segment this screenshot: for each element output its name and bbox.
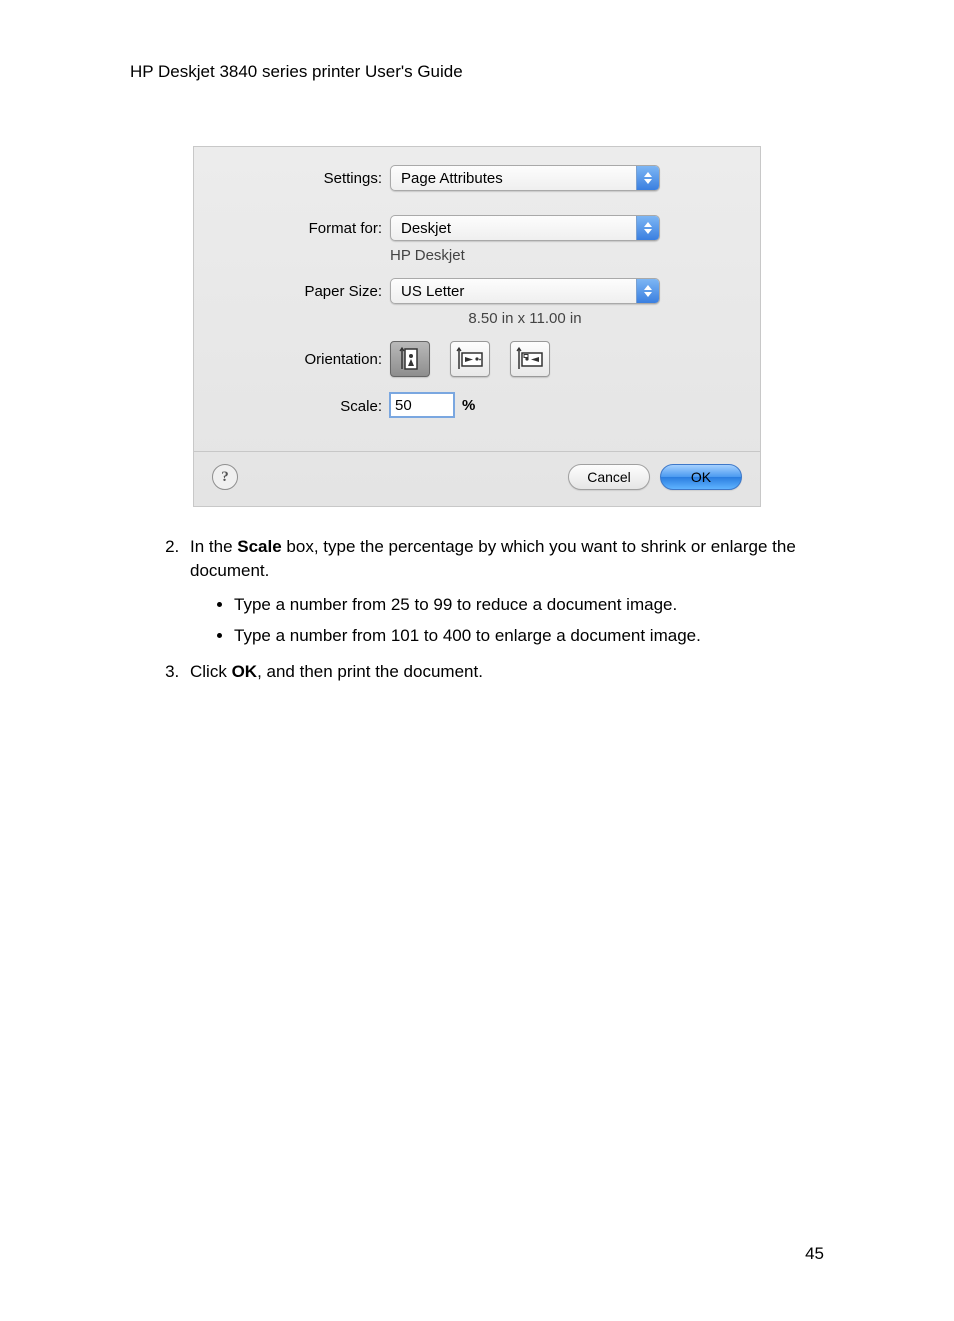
paper-size-subtext: 8.50 in x 11.00 in [390,310,660,327]
step-3: Click OK, and then print the document. [184,660,824,684]
settings-value: Page Attributes [401,170,503,187]
scale-input[interactable] [390,393,454,417]
orientation-reverse-landscape-button[interactable] [510,341,550,377]
format-for-subtext: HP Deskjet [212,247,465,264]
bullet-reduce: Type a number from 25 to 99 to reduce a … [234,593,824,617]
dropdown-arrows-icon [636,279,659,303]
help-icon: ? [221,469,229,486]
step-2: In the Scale box, type the percentage by… [184,535,824,648]
dropdown-arrows-icon [636,216,659,240]
cancel-button[interactable]: Cancel [568,464,650,490]
format-for-select[interactable]: Deskjet [390,215,660,241]
page-setup-dialog: Settings: Page Attributes Format for: De… [193,146,761,507]
help-button[interactable]: ? [212,464,238,490]
page-number: 45 [130,1244,824,1264]
scale-percent: % [462,397,475,414]
landscape-icon [455,346,485,372]
reverse-landscape-icon [515,346,545,372]
bullet-enlarge: Type a number from 101 to 400 to enlarge… [234,624,824,648]
settings-select[interactable]: Page Attributes [390,165,660,191]
format-for-label: Format for: [212,220,390,237]
orientation-portrait-button[interactable] [390,341,430,377]
paper-size-select[interactable]: US Letter [390,278,660,304]
format-for-value: Deskjet [401,220,451,237]
scale-label: Scale: [212,396,390,415]
orientation-label: Orientation: [212,351,390,368]
portrait-icon [398,346,422,372]
instructions: In the Scale box, type the percentage by… [130,535,824,684]
orientation-landscape-button[interactable] [450,341,490,377]
settings-label: Settings: [212,170,390,187]
ok-button[interactable]: OK [660,464,742,490]
paper-size-label: Paper Size: [212,283,390,300]
page-header: HP Deskjet 3840 series printer User's Gu… [130,62,824,82]
paper-size-value: US Letter [401,283,464,300]
dropdown-arrows-icon [636,166,659,190]
